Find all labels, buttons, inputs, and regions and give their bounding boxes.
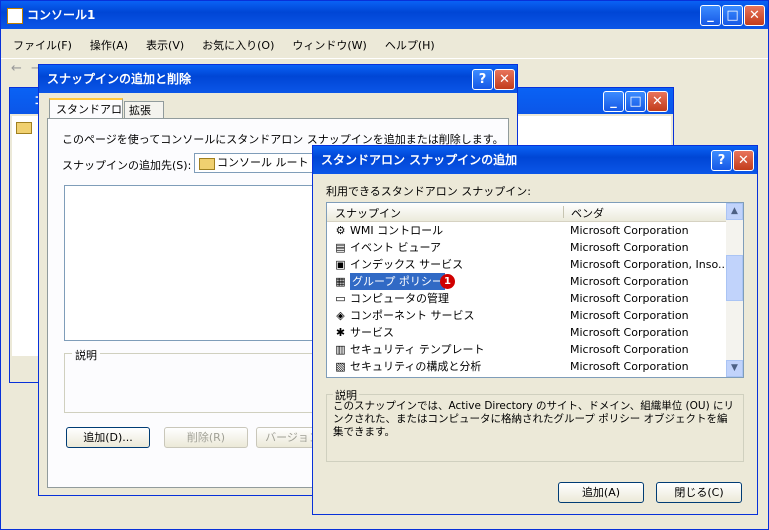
back-arrow-icon[interactable]: ←: [11, 61, 22, 76]
snapin-vendor: Microsoft Corporation: [570, 309, 689, 322]
target-value: コンソール ルート: [217, 156, 309, 169]
maximize-button[interactable]: □: [722, 5, 743, 26]
add-remove-title: スナップインの追加と削除: [47, 72, 192, 86]
snapin-name: サービス: [350, 326, 394, 339]
vertical-scrollbar[interactable]: ▲ ▼: [726, 203, 743, 377]
security-template-icon: ▥: [335, 343, 346, 356]
inner-close-button[interactable]: ✕: [647, 91, 668, 112]
callout-marker: 1: [440, 274, 455, 289]
wmi-icon: ⚙: [335, 224, 346, 237]
index-service-icon: ▣: [335, 258, 346, 271]
list-header: スナップイン ベンダ: [327, 203, 726, 222]
column-vendor[interactable]: ベンダ: [571, 205, 604, 221]
snapin-vendor: Microsoft Corporation: [570, 224, 689, 237]
table-row[interactable]: ⚙ WMI コントロール Microsoft Corporation: [328, 222, 726, 239]
description-label: 説明: [72, 347, 100, 363]
menu-favorites[interactable]: お気に入り(O): [202, 39, 274, 52]
column-snapin[interactable]: スナップイン: [335, 205, 401, 221]
menu-view[interactable]: 表示(V): [146, 39, 184, 52]
table-row[interactable]: ▣ インデックス サービス Microsoft Corporation, Inso.…: [328, 256, 729, 273]
snapin-name: セキュリティ テンプレート: [350, 343, 485, 356]
help-button[interactable]: ?: [472, 69, 493, 90]
standalone-help-button[interactable]: ?: [711, 150, 732, 171]
inner-maximize-button[interactable]: □: [625, 91, 646, 112]
snapin-name: グループ ポリシー: [350, 273, 445, 290]
group-policy-icon: ▦: [335, 275, 346, 288]
standalone-add-button[interactable]: 追加(A): [558, 482, 644, 503]
scroll-up-button[interactable]: ▲: [726, 203, 743, 220]
table-row[interactable]: ◈ コンポーネント サービス Microsoft Corporation: [328, 307, 726, 324]
snapin-name: コンポーネント サービス: [350, 309, 475, 322]
add-button[interactable]: 追加(D)...: [66, 427, 150, 448]
menu-help[interactable]: ヘルプ(H): [385, 39, 435, 52]
services-icon: ✱: [335, 326, 346, 339]
column-divider: [563, 206, 564, 218]
console-titlebar[interactable]: コンソール1: [1, 1, 768, 29]
scroll-thumb[interactable]: [726, 255, 743, 301]
snapin-vendor: Microsoft Corporation: [570, 343, 689, 356]
snapin-vendor: Microsoft Corporation: [570, 326, 689, 339]
snapin-vendor: Microsoft Corporation: [570, 241, 689, 254]
snapin-vendor: Microsoft Corporation: [570, 292, 689, 305]
computer-management-icon: ▭: [335, 292, 346, 305]
close-button[interactable]: ✕: [744, 5, 765, 26]
table-row[interactable]: ▭ コンピュータの管理 Microsoft Corporation: [328, 290, 726, 307]
add-remove-close-button[interactable]: ✕: [494, 69, 515, 90]
inner-minimize-button[interactable]: _: [603, 91, 624, 112]
mmc-app-icon: [7, 8, 23, 24]
standalone-description-text: このスナップインでは、Active Directory のサイト、ドメイン、組織…: [333, 400, 735, 438]
standalone-title: スタンドアロン スナップインの追加: [321, 153, 518, 167]
menu-window[interactable]: ウィンドウ(W): [292, 39, 366, 52]
target-label: スナップインの追加先(S):: [62, 159, 192, 172]
standalone-titlebar[interactable]: スタンドアロン スナップインの追加: [313, 146, 757, 174]
add-remove-titlebar[interactable]: スナップインの追加と削除: [39, 65, 517, 93]
table-row[interactable]: ▤ イベント ビューア Microsoft Corporation: [328, 239, 726, 256]
tab-extensions[interactable]: 拡張: [124, 101, 164, 119]
snapin-vendor: Microsoft Corporation: [570, 275, 689, 288]
table-row[interactable]: ▧ セキュリティの構成と分析 Microsoft Corporation: [328, 358, 726, 375]
security-config-icon: ▧: [335, 360, 346, 373]
snapin-vendor: Microsoft Corporation, Inso...: [570, 258, 729, 271]
menu-bar: ファイル(F) 操作(A) 表示(V) お気に入り(O) ウィンドウ(W) ヘルプ(H): [13, 37, 453, 55]
folder-icon: [16, 122, 32, 134]
tab-standalone[interactable]: スタンドアロン: [49, 98, 123, 135]
menu-action[interactable]: 操作(A): [90, 39, 128, 52]
component-services-icon: ◈: [336, 309, 345, 322]
minimize-button[interactable]: _: [700, 5, 721, 26]
console-title: コンソール1: [27, 8, 96, 22]
menu-file[interactable]: ファイル(F): [13, 39, 72, 52]
target-folder-icon: [199, 158, 215, 170]
snapin-name: WMI コントロール: [350, 224, 444, 237]
snapin-name: インデックス サービス: [350, 258, 464, 271]
snapin-name: セキュリティの構成と分析: [350, 360, 482, 373]
remove-button[interactable]: 削除(R): [164, 427, 248, 448]
scroll-down-button[interactable]: ▼: [726, 360, 743, 377]
table-row[interactable]: ▥ セキュリティ テンプレート Microsoft Corporation: [328, 341, 726, 358]
tab-extensions-label: 拡張: [129, 104, 151, 117]
snapin-vendor: Microsoft Corporation: [570, 360, 689, 373]
standalone-close-button[interactable]: ✕: [733, 150, 754, 171]
list-label: 利用できるスタンドアロン スナップイン:: [326, 185, 531, 198]
table-row[interactable]: ✱ サービス Microsoft Corporation: [328, 324, 726, 341]
table-row[interactable]: ▦ グループ ポリシー Microsoft Corporation 1: [328, 273, 726, 290]
snapin-name: コンピュータの管理: [350, 292, 449, 305]
standalone-close-dialog-button[interactable]: 閉じる(C): [656, 482, 742, 503]
snapin-name: イベント ビューア: [350, 241, 442, 254]
available-snapin-list[interactable]: スナップイン ベンダ ⚙ WMI コントロール Microsoft Corporat…: [326, 202, 744, 378]
add-standalone-dialog: スタンドアロン スナップインの追加 ? ✕ 利用できるスタンドアロン スナップイ…: [312, 145, 758, 515]
event-viewer-icon: ▤: [335, 241, 346, 254]
